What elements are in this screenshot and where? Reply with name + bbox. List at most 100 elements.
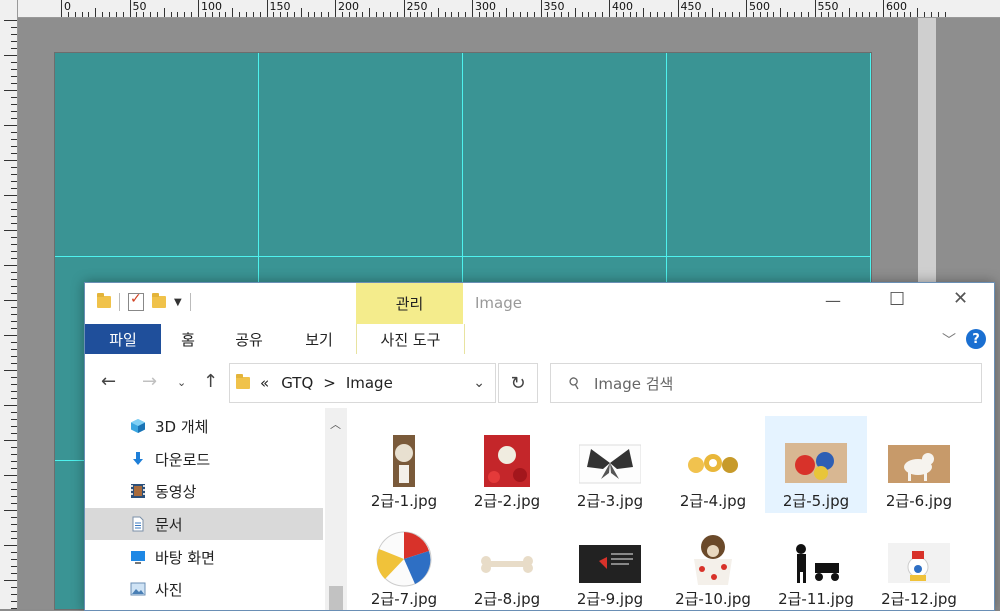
minimize-icon[interactable]: —: [825, 291, 841, 310]
file-item[interactable]: 2급-9.jpg: [559, 516, 661, 610]
refresh-icon[interactable]: ↻: [498, 363, 538, 403]
folder-icon[interactable]: [97, 293, 111, 308]
file-item[interactable]: 2급-2.jpg: [456, 418, 558, 513]
image-thumbnail: [579, 545, 641, 583]
tab-home[interactable]: 홈: [173, 324, 203, 354]
ruler-tick: [11, 321, 17, 322]
ruler-minor-tick: [184, 12, 186, 17]
file-item[interactable]: 2급-7.jpg: [353, 516, 455, 610]
ruler-minor-tick: [718, 12, 720, 17]
navigation-pane-scrollbar[interactable]: ︿: [325, 408, 347, 610]
video-icon: [131, 484, 145, 498]
address-overflow[interactable]: «: [260, 374, 269, 392]
tab-photo-tools[interactable]: 사진 도구: [356, 324, 465, 354]
file-name: 2급-11.jpg: [778, 590, 854, 608]
file-item[interactable]: 2급-1.jpg: [353, 418, 455, 513]
recent-dropdown-icon[interactable]: ⌄: [177, 376, 186, 389]
ruler-tick: [4, 510, 17, 511]
ruler-minor-tick: [800, 12, 802, 17]
ruler-tick: [4, 405, 17, 406]
file-item-hovered[interactable]: 2급-5.jpg: [765, 416, 867, 513]
ruler-tick: [11, 118, 17, 119]
ruler-minor-tick: [211, 12, 213, 17]
horizontal-guide[interactable]: [55, 256, 871, 257]
separator: [119, 293, 120, 311]
properties-icon[interactable]: [128, 291, 144, 311]
breadcrumb-separator[interactable]: >: [323, 374, 336, 392]
scrollbar-thumb[interactable]: [329, 586, 343, 610]
new-folder-icon[interactable]: [152, 293, 166, 308]
breadcrumb-image[interactable]: Image: [346, 374, 393, 392]
ruler-major-tick: [677, 0, 679, 17]
file-item[interactable]: 2급-6.jpg: [868, 418, 970, 513]
sidebar-item-3d-objects[interactable]: 3D 개체: [85, 410, 323, 442]
ruler-tick: [11, 363, 17, 364]
ruler-minor-tick: [903, 12, 905, 17]
ruler-minor-tick: [526, 12, 528, 17]
ruler-minor-tick: [581, 12, 583, 17]
tab-manage[interactable]: 관리: [356, 283, 463, 324]
ruler-minor-tick: [944, 12, 946, 17]
ruler-tick: [11, 34, 17, 35]
ruler-minor-tick: [177, 12, 179, 17]
ruler-tick: [11, 244, 17, 245]
ruler-label: 50: [132, 0, 147, 13]
file-item[interactable]: 2급-4.jpg: [662, 418, 764, 513]
address-bar[interactable]: « GTQ > Image ⌄: [229, 363, 496, 403]
file-item[interactable]: 2급-8.jpg: [456, 516, 558, 610]
sidebar-item-pictures[interactable]: 사진: [85, 573, 323, 605]
sidebar-item-downloads[interactable]: 다운로드: [85, 443, 323, 475]
ruler-tick: [11, 223, 17, 224]
file-item[interactable]: 2급-11.jpg: [765, 516, 867, 610]
chevron-down-icon[interactable]: ﹀: [942, 330, 956, 350]
ruler-minor-tick: [280, 12, 282, 17]
ruler-tick: [11, 328, 17, 329]
address-dropdown-icon[interactable]: ⌄: [473, 375, 485, 391]
sidebar-item-documents[interactable]: 문서: [85, 508, 323, 540]
close-icon[interactable]: ✕: [953, 288, 968, 309]
sidebar-item-desktop[interactable]: 바탕 화면: [85, 541, 323, 573]
scroll-up-icon[interactable]: ︿: [330, 416, 341, 432]
separator: [189, 293, 191, 311]
ruler-major-tick: [883, 0, 884, 17]
ruler-tick: [11, 454, 17, 455]
sidebar-item-videos[interactable]: 동영상: [85, 475, 323, 507]
ruler-minor-tick: [88, 12, 90, 17]
ruler-tick: [11, 377, 17, 378]
file-name: 2급-2.jpg: [473, 492, 541, 510]
ruler-tick: [11, 188, 17, 189]
search-box[interactable]: ⚲ Image 검색: [550, 363, 982, 403]
title-bar[interactable]: ▼ 관리 Image — ☐ ✕: [85, 283, 994, 324]
navigation-bar: ← → ⌄ ↑ « GTQ > Image ⌄ ↻ ⚲ Image 검색: [85, 354, 994, 408]
file-grid: 2급-1.jpg 2급-2.jpg 2급-3.jpg 2급-4.jpg 2급-5…: [348, 408, 994, 610]
ruler-tick: [4, 300, 17, 301]
ruler-tick: [4, 265, 17, 266]
file-item[interactable]: 2급-3.jpg: [559, 418, 661, 513]
file-item[interactable]: 2급-12.jpg: [868, 516, 970, 610]
ruler-tick: [11, 601, 17, 602]
customize-dropdown-icon[interactable]: ▼: [174, 297, 182, 308]
forward-arrow-icon[interactable]: →: [142, 371, 157, 392]
file-name: 2급-10.jpg: [675, 590, 751, 608]
tab-share[interactable]: 공유: [231, 324, 267, 354]
tab-file[interactable]: 파일: [85, 324, 161, 354]
ruler-minor-tick: [636, 12, 638, 17]
file-item[interactable]: 2급-10.jpg: [662, 516, 764, 610]
ruler-tick: [11, 461, 17, 462]
back-arrow-icon[interactable]: ←: [101, 371, 116, 392]
image-thumbnail: [579, 444, 641, 484]
ruler-tick: [11, 447, 17, 448]
ruler-minor-tick: [848, 8, 850, 17]
search-placeholder[interactable]: Image 검색: [594, 373, 673, 394]
maximize-icon[interactable]: ☐: [889, 289, 905, 310]
ruler-minor-tick: [451, 12, 453, 17]
breadcrumb-gtq[interactable]: GTQ: [281, 374, 313, 392]
tab-view[interactable]: 보기: [299, 324, 339, 354]
up-arrow-icon[interactable]: ↑: [203, 371, 218, 392]
help-icon[interactable]: ?: [966, 329, 986, 349]
ruler-minor-tick: [492, 12, 494, 17]
file-name: 2급-6.jpg: [885, 492, 953, 510]
file-explorer-window[interactable]: ▼ 관리 Image — ☐ ✕ 파일 홈 공유 보기 사진 도구 ﹀ ? ← …: [84, 282, 995, 611]
ruler-minor-tick: [650, 12, 652, 17]
ruler-minor-tick: [725, 12, 727, 17]
